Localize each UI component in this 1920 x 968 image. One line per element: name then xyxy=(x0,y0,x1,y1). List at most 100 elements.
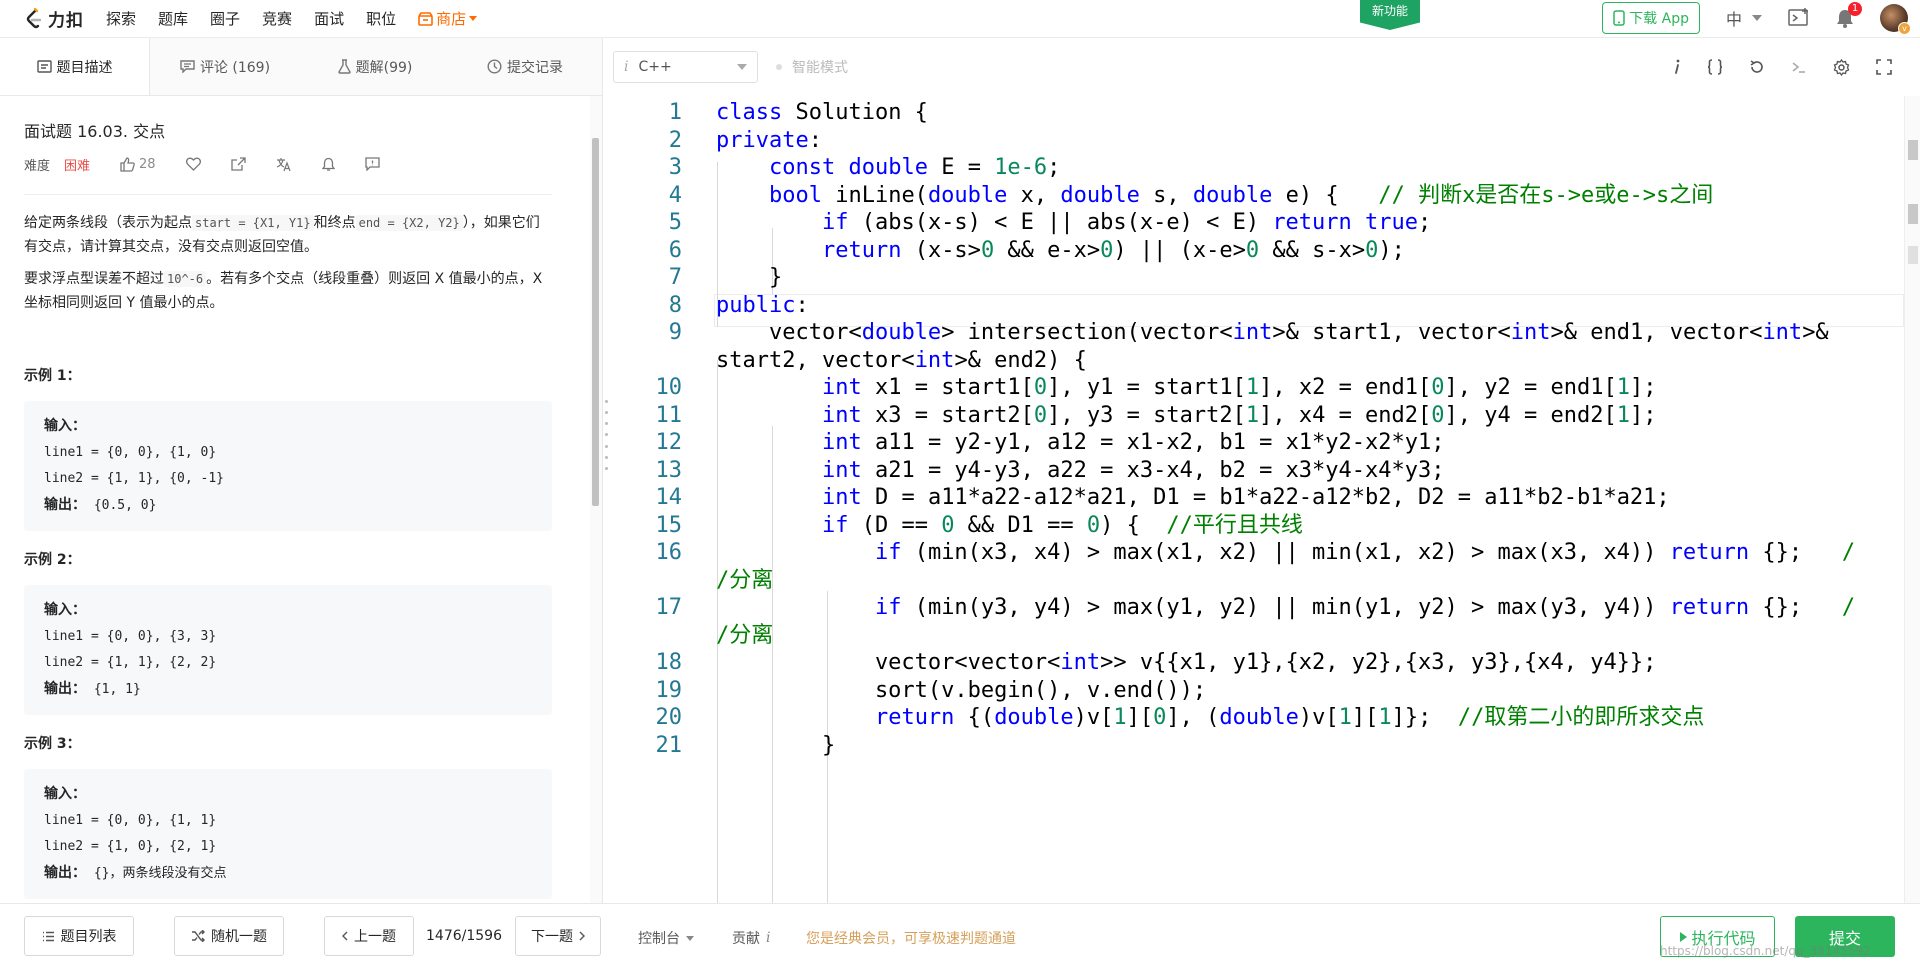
line-number: 16 xyxy=(655,540,683,565)
nav-store-label: 商店 xyxy=(436,10,467,28)
example-line1: line1 = {0, 0}, {1, 0} xyxy=(44,445,217,460)
nav-problems[interactable]: 题库 xyxy=(158,8,188,29)
comment-icon xyxy=(180,60,195,73)
example-line1: line1 = {0, 0}, {3, 3} xyxy=(44,629,217,644)
play-icon xyxy=(1680,931,1688,942)
new-feature-flag[interactable]: 新功能 xyxy=(1360,0,1420,30)
line-number: 21 xyxy=(655,732,683,758)
translate-button[interactable] xyxy=(276,157,292,172)
scrollbar-marker xyxy=(1908,140,1918,160)
nav-explore[interactable]: 探索 xyxy=(106,8,136,29)
description-icon xyxy=(36,60,52,73)
scrollbar-thumb[interactable] xyxy=(592,138,599,506)
language-select[interactable]: i C++ xyxy=(613,51,758,83)
terminal-icon[interactable] xyxy=(1791,59,1807,75)
like-count: 28 xyxy=(139,156,156,172)
example-output: {1, 1} xyxy=(93,682,141,697)
problem-title: 面试题 16.03. 交点 xyxy=(24,122,166,141)
console-toggle[interactable]: 控制台 xyxy=(638,928,694,948)
smart-mode-toggle[interactable]: 智能模式 xyxy=(776,57,848,77)
leetcode-logo[interactable]: 力扣 xyxy=(24,6,84,31)
nav-store[interactable]: 商店 xyxy=(418,8,478,29)
share-button[interactable] xyxy=(230,157,246,171)
example-box: 输入： line1 = {0, 0}, {3, 3} line2 = {1, 1… xyxy=(24,585,552,715)
example-3: 示例 3： 输入： line1 = {0, 0}, {1, 1} line2 =… xyxy=(24,733,552,899)
tab-description[interactable]: 题目描述 xyxy=(0,38,150,95)
tab-comments[interactable]: 评论 (169) xyxy=(150,38,300,95)
handle-dot xyxy=(604,400,608,403)
chevron-left-icon xyxy=(342,931,348,941)
problem-index: 1476/1596 xyxy=(426,928,502,944)
random-problem-button[interactable]: 随机一题 xyxy=(174,916,284,956)
problem-list-button[interactable]: 题目列表 xyxy=(24,916,134,956)
share-icon xyxy=(230,157,246,171)
desc1-part-a: 给定两条线段（表示为起点 xyxy=(24,215,192,231)
nav-contest[interactable]: 竞赛 xyxy=(262,8,292,29)
divider xyxy=(24,194,552,195)
favorite-button[interactable] xyxy=(185,157,201,171)
panel-resize-handle[interactable] xyxy=(603,400,609,470)
contribute-link[interactable]: 贡献 i xyxy=(732,928,770,948)
example-1: 示例 1： 输入： line1 = {0, 0}, {1, 0} line2 =… xyxy=(24,365,552,531)
prev-problem-button[interactable]: 上一题 xyxy=(324,916,414,956)
problem-description-2: 要求浮点型误差不超过 10^-6 。若有多个交点（线段重叠）则返回 X 值最小的点，… xyxy=(24,267,552,315)
fullscreen-icon[interactable] xyxy=(1876,59,1892,75)
example-line2: line2 = {1, 1}, {0, -1} xyxy=(44,471,225,486)
braces-icon[interactable] xyxy=(1707,59,1723,75)
nav-jobs[interactable]: 职位 xyxy=(366,8,396,29)
download-app-button[interactable]: 下载 App xyxy=(1602,2,1700,34)
chevron-down-icon xyxy=(737,64,747,70)
nav-interview[interactable]: 面试 xyxy=(314,8,344,29)
playground-icon[interactable] xyxy=(1788,8,1810,28)
language-switch[interactable]: 中 xyxy=(1726,6,1762,30)
scrollbar-marker xyxy=(1908,246,1918,264)
subscribe-button[interactable] xyxy=(321,157,335,172)
code-text: } xyxy=(716,732,836,758)
scrollbar-marker xyxy=(1908,204,1918,224)
editor-scrollbar[interactable] xyxy=(1904,96,1920,903)
logo-text: 力扣 xyxy=(48,11,84,31)
translate-icon xyxy=(276,157,291,171)
avatar[interactable]: v xyxy=(1880,4,1911,35)
clock-icon xyxy=(487,59,502,74)
info-icon[interactable] xyxy=(1673,59,1681,75)
top-nav: 力扣 探索 题库 圈子 竞赛 面试 职位 商店 新功能 下载 App 中 1 v xyxy=(0,0,1920,38)
notification-badge: 1 xyxy=(1848,2,1862,16)
tab-solutions-label: 题解(99) xyxy=(355,59,413,76)
random-problem-label: 随机一题 xyxy=(211,929,267,945)
desc1-code-end: end = {X2, Y2} xyxy=(355,215,463,231)
chevron-down-icon xyxy=(1752,15,1762,21)
next-problem-label: 下一题 xyxy=(531,929,573,945)
difficulty-label: 难度 xyxy=(24,158,51,174)
example-title: 示例 2： xyxy=(24,552,81,568)
next-problem-button[interactable]: 下一题 xyxy=(515,916,601,956)
vip-badge-icon: v xyxy=(1898,22,1911,35)
console-label: 控制台 xyxy=(638,931,680,947)
like-button[interactable]: 28 xyxy=(120,157,156,172)
list-icon xyxy=(42,931,54,941)
code-text: return (x-s>0 && e-x>0) || (x-e>0 && s-x… xyxy=(821,237,1405,263)
tab-solutions[interactable]: 题解(99) xyxy=(300,38,450,95)
tab-submissions[interactable]: 提交记录 xyxy=(450,38,600,95)
reset-icon[interactable] xyxy=(1749,59,1765,75)
problem-panel: 题目描述 评论 (169) 题解(99) 提交记录 面试题 16.03. 交点 … xyxy=(0,38,603,903)
input-label: 输入： xyxy=(44,418,86,434)
problem-description-1: 给定两条线段（表示为起点 start = {X1, Y1} 和终点 end = {X2… xyxy=(24,211,552,259)
shuffle-icon xyxy=(192,930,205,942)
nav-circle[interactable]: 圈子 xyxy=(210,8,240,29)
problem-content: 面试题 16.03. 交点 难度 困难 28 给定两条线段（表示为起点 star… xyxy=(0,96,590,903)
output-label: 输出： xyxy=(44,681,86,697)
phone-icon xyxy=(1613,10,1625,26)
line-number: 9 xyxy=(668,320,682,345)
input-label: 输入： xyxy=(44,786,86,802)
code-editor[interactable]: 1 class Solution {2 private: 3 const double… xyxy=(614,96,1904,903)
toggle-dot-icon xyxy=(776,64,782,70)
settings-icon[interactable] xyxy=(1833,58,1850,76)
notifications[interactable]: 1 xyxy=(1836,2,1862,28)
chevron-down-icon xyxy=(686,935,694,941)
handle-dot xyxy=(604,411,608,415)
feedback-button[interactable] xyxy=(364,157,380,171)
problem-scrollbar[interactable] xyxy=(590,96,602,903)
example-output: {}，两条线段没有交点 xyxy=(93,866,227,881)
language-label: 中 xyxy=(1725,10,1742,29)
